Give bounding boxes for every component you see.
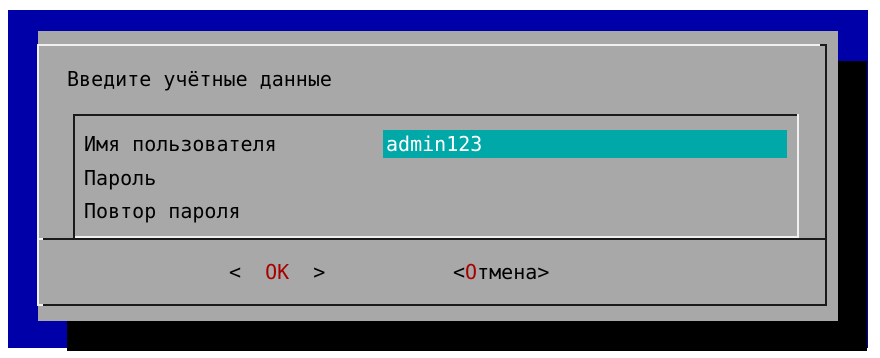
form-border-bottom xyxy=(75,236,799,238)
dialog-frame-left xyxy=(37,44,39,306)
cancel-button-label: тмена xyxy=(477,260,538,284)
form-border-left xyxy=(73,114,75,240)
ok-button-left-bracket: < xyxy=(229,260,266,284)
ok-button[interactable]: < OK > xyxy=(229,258,325,286)
ok-button-right-bracket: > xyxy=(289,260,326,284)
cancel-button-hotkey: О xyxy=(465,260,478,284)
dialog-frame-top xyxy=(37,44,827,46)
button-separator xyxy=(43,238,827,240)
password-label[interactable]: Пароль xyxy=(84,164,156,192)
password-repeat-label[interactable]: Повтор пароля xyxy=(84,197,241,225)
dialog-frame-right xyxy=(825,44,827,306)
dialog-frame-corner xyxy=(820,44,826,46)
form-border-right xyxy=(797,114,799,238)
ok-button-hotkey: O xyxy=(265,260,278,284)
cancel-button-left-bracket: < xyxy=(453,260,466,284)
dialog-frame-bottom xyxy=(37,304,827,306)
username-field[interactable]: admin123 xyxy=(383,130,787,158)
ok-button-label: K xyxy=(277,260,290,284)
dialog-frame-corner xyxy=(37,304,43,306)
username-label: Имя пользователя xyxy=(84,132,277,156)
cancel-button[interactable]: <Отмена> xyxy=(453,258,549,286)
form-border-top xyxy=(73,114,799,116)
dialog-title: Введите учётные данные xyxy=(67,67,332,91)
cancel-button-right-bracket: > xyxy=(537,260,550,284)
